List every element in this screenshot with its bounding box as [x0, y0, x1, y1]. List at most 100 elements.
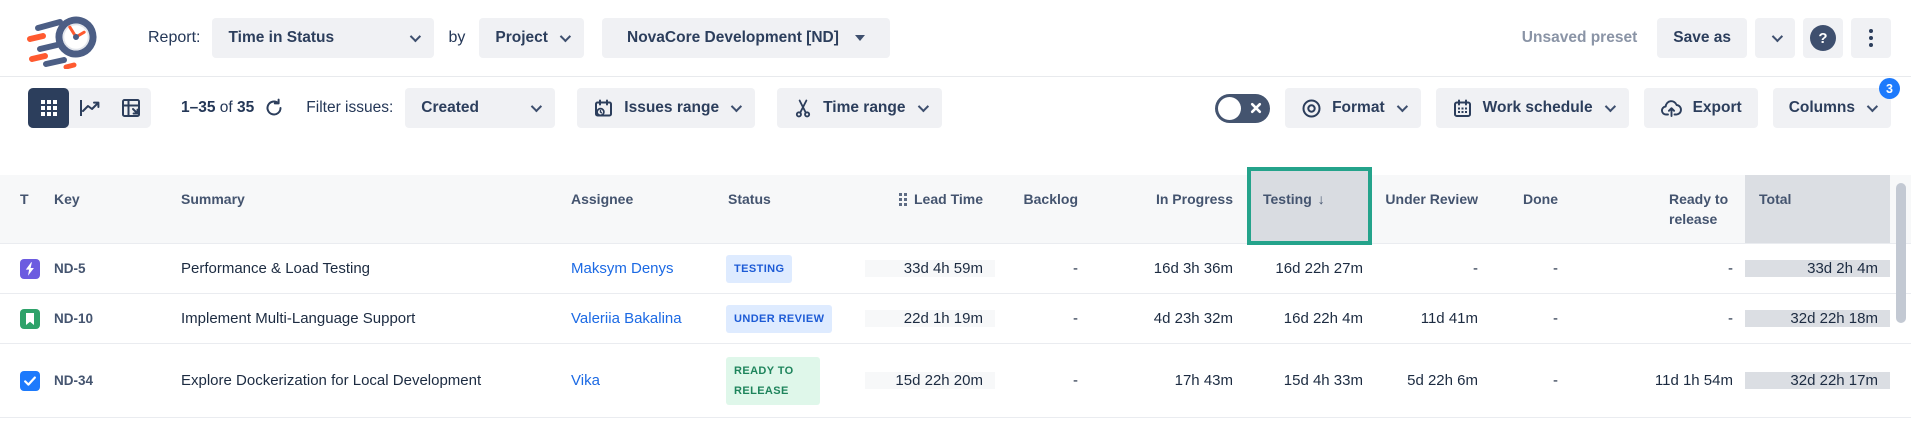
save-as-button[interactable]: Save as	[1657, 18, 1747, 58]
chevron-down-icon	[1772, 31, 1783, 42]
ready-to-release-cell: 11d 1h 54m	[1570, 372, 1745, 389]
issue-summary: Performance & Load Testing	[145, 260, 560, 277]
column-header-status[interactable]: Status	[720, 175, 865, 243]
group-by-select[interactable]: Project	[479, 18, 584, 58]
table-header-row: T Key Summary Assignee Status Lead Time …	[0, 175, 1911, 243]
under-review-cell: -	[1375, 260, 1490, 277]
issue-summary: Implement Multi-Language Support	[145, 310, 560, 327]
refresh-button[interactable]	[264, 98, 284, 118]
column-header-key[interactable]: Key	[50, 175, 145, 243]
chevron-down-icon	[1867, 101, 1878, 112]
column-header-total[interactable]: Total	[1745, 175, 1890, 243]
app-logo-icon	[24, 7, 110, 69]
testing-cell: 16d 22h 27m	[1245, 260, 1375, 277]
testing-cell: 16d 22h 4m	[1245, 310, 1375, 327]
issues-range-button[interactable]: Issues range	[577, 88, 755, 128]
assignee-link[interactable]: Valeriia Bakalina	[571, 310, 682, 327]
more-menu-button[interactable]	[1851, 18, 1891, 58]
cloud-export-icon	[1660, 98, 1683, 119]
column-header-ready-to-release[interactable]: Ready to release	[1570, 175, 1745, 243]
top-bar: Report: Time in Status by Project NovaCo…	[0, 0, 1911, 77]
issue-summary: Explore Dockerization for Local Developm…	[145, 372, 560, 389]
filter-issues-label: Filter issues:	[306, 99, 393, 117]
status-badge: UNDER REVIEW	[726, 305, 832, 333]
issue-key: ND-34	[50, 373, 145, 388]
view-table-button[interactable]	[28, 88, 69, 128]
lead-time-cell: 15d 22h 20m	[865, 372, 995, 389]
vertical-scrollbar[interactable]	[1896, 183, 1906, 323]
issue-key: ND-5	[50, 261, 145, 276]
project-select[interactable]: NovaCore Development [ND]	[602, 18, 890, 58]
backlog-cell: -	[995, 260, 1090, 277]
lead-time-cell: 22d 1h 19m	[865, 310, 995, 327]
triangle-down-icon	[855, 35, 865, 41]
filter-issues-value: Created	[421, 99, 479, 117]
toggle-knob-icon	[1218, 97, 1241, 120]
column-header-type[interactable]: T	[0, 175, 50, 243]
kebab-menu-icon	[1869, 29, 1873, 47]
chevron-down-icon	[410, 31, 421, 42]
in-progress-cell: 4d 23h 32m	[1090, 310, 1245, 327]
table-row: ND-34 Explore Dockerization for Local De…	[0, 343, 1911, 417]
format-button[interactable]: Format	[1285, 88, 1421, 128]
ready-to-release-cell: -	[1570, 260, 1745, 277]
column-header-done[interactable]: Done	[1490, 175, 1570, 243]
calendar-clock-icon	[593, 98, 614, 119]
export-button[interactable]: Export	[1644, 88, 1758, 128]
chevron-down-icon	[917, 101, 928, 112]
view-chart-button[interactable]	[69, 88, 110, 128]
assignee-cell: Valeriia Bakalina	[560, 310, 720, 327]
table-row: ND-10 Implement Multi-Language Support V…	[0, 293, 1911, 343]
chevron-down-icon	[731, 101, 742, 112]
help-button[interactable]: ?	[1803, 18, 1843, 58]
total-cell: 32d 22h 18m	[1745, 310, 1890, 327]
report-type-select[interactable]: Time in Status	[212, 18, 434, 58]
columns-count-badge: 3	[1879, 78, 1900, 99]
toggle-switch[interactable]	[1215, 94, 1270, 123]
assignee-link[interactable]: Vika	[571, 372, 600, 389]
under-review-cell: 11d 41m	[1375, 310, 1490, 327]
columns-button[interactable]: Columns	[1773, 88, 1891, 128]
backlog-cell: -	[995, 372, 1090, 389]
time-range-button[interactable]: Time range	[777, 88, 941, 128]
total-cell: 32d 22h 17m	[1745, 372, 1890, 389]
pivot-table-icon	[121, 98, 141, 118]
in-progress-cell: 16d 3h 36m	[1090, 260, 1245, 277]
testing-cell: 15d 4h 33m	[1245, 372, 1375, 389]
column-header-testing-sorted[interactable]: Testing↓	[1245, 175, 1375, 243]
epic-icon	[0, 259, 50, 279]
chevron-down-icon	[1604, 101, 1615, 112]
help-icon: ?	[1810, 25, 1836, 51]
status-cell: UNDER REVIEW	[720, 305, 865, 333]
report-toolbar: 1–35 of 35 Filter issues: Created Issues…	[0, 88, 1911, 128]
lead-time-cell: 33d 4h 59m	[865, 260, 995, 277]
chevron-down-icon	[560, 31, 571, 42]
column-header-under-review[interactable]: Under Review	[1375, 175, 1490, 243]
table-grid-icon	[39, 98, 59, 118]
calendar-icon	[1452, 98, 1473, 119]
backlog-cell: -	[995, 310, 1090, 327]
done-cell: -	[1490, 310, 1570, 327]
status-badge: TESTING	[726, 255, 792, 283]
column-header-assignee[interactable]: Assignee	[560, 175, 720, 243]
under-review-cell: 5d 22h 6m	[1375, 372, 1490, 389]
filter-issues-select[interactable]: Created	[405, 88, 555, 128]
total-cell: 33d 2h 4m	[1745, 260, 1890, 277]
status-cell: READY TO RELEASE	[720, 357, 865, 405]
assignee-link[interactable]: Maksym Denys	[571, 260, 674, 277]
column-header-lead-time[interactable]: Lead Time	[865, 175, 995, 243]
work-schedule-button[interactable]: Work schedule	[1436, 88, 1629, 128]
column-header-backlog[interactable]: Backlog	[995, 175, 1090, 243]
by-label: by	[448, 29, 465, 47]
column-header-summary[interactable]: Summary	[145, 175, 560, 243]
drag-handle-icon	[899, 193, 907, 206]
status-cell: TESTING	[720, 255, 865, 283]
project-value: NovaCore Development [ND]	[627, 29, 839, 47]
view-pivot-button[interactable]	[110, 88, 151, 128]
report-type-value: Time in Status	[228, 29, 334, 47]
table-row-partial	[0, 417, 1911, 422]
table-row: ND-5 Performance & Load Testing Maksym D…	[0, 243, 1911, 293]
save-as-dropdown-button[interactable]	[1755, 18, 1795, 58]
refresh-icon	[264, 98, 284, 118]
column-header-in-progress[interactable]: In Progress	[1090, 175, 1245, 243]
